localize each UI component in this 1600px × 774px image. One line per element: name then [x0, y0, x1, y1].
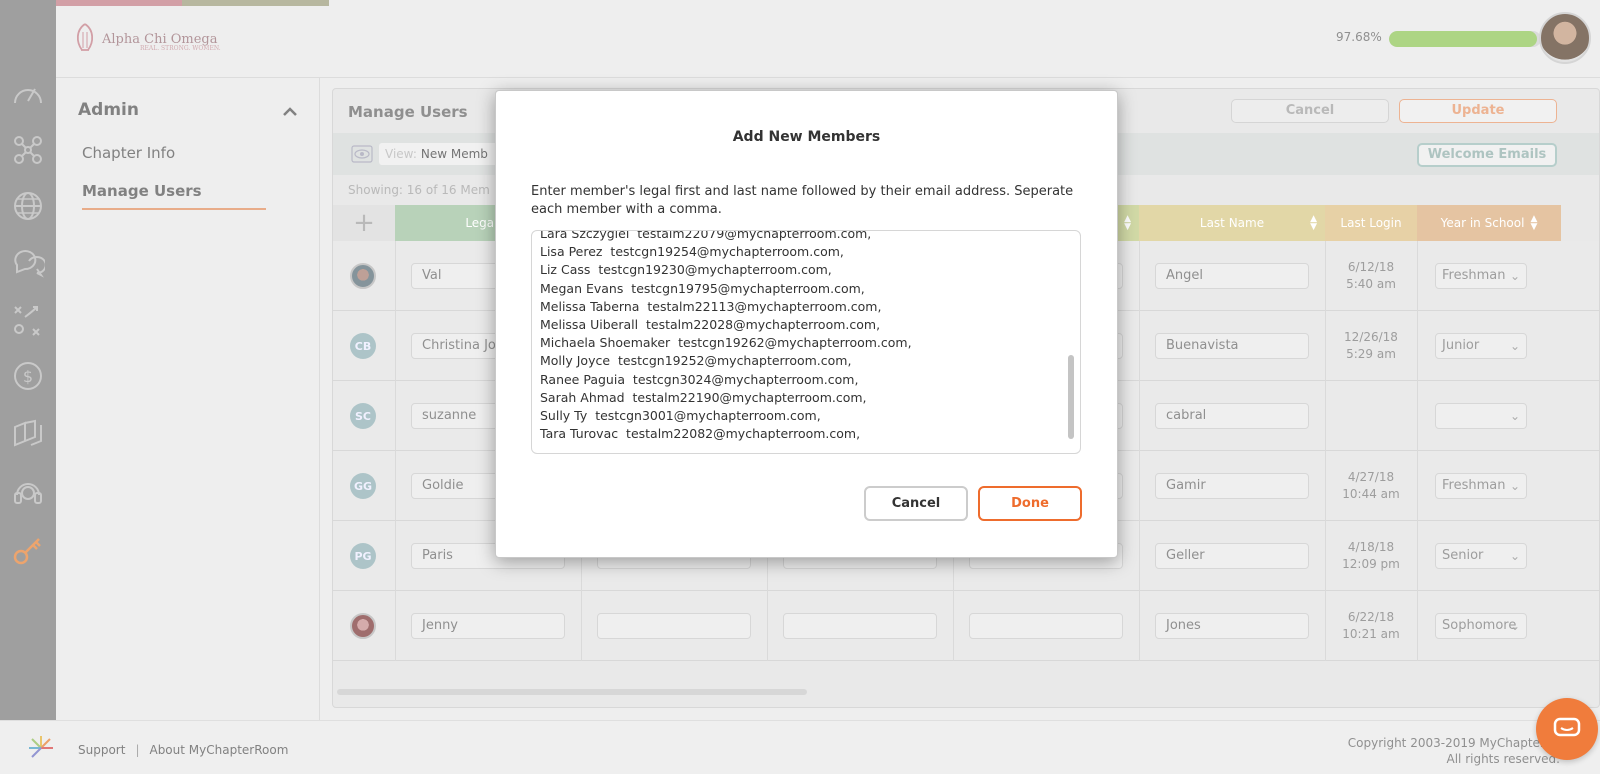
chat-icon — [1553, 717, 1581, 737]
add-new-members-modal: Add New Members Enter member's legal fir… — [495, 90, 1118, 558]
members-text: Lara Szczygiel testalm22079@mychapterroo… — [540, 230, 912, 442]
textarea-scrollbar[interactable] — [1068, 355, 1074, 439]
members-textarea[interactable]: Lara Szczygiel testalm22079@mychapterroo… — [531, 230, 1081, 454]
modal-cancel-button[interactable]: Cancel — [864, 486, 968, 521]
chat-button[interactable] — [1536, 698, 1598, 760]
modal-title: Add New Members — [732, 129, 881, 145]
modal-done-button[interactable]: Done — [978, 486, 1082, 521]
modal-description: Enter member's legal first and last name… — [531, 184, 1074, 217]
